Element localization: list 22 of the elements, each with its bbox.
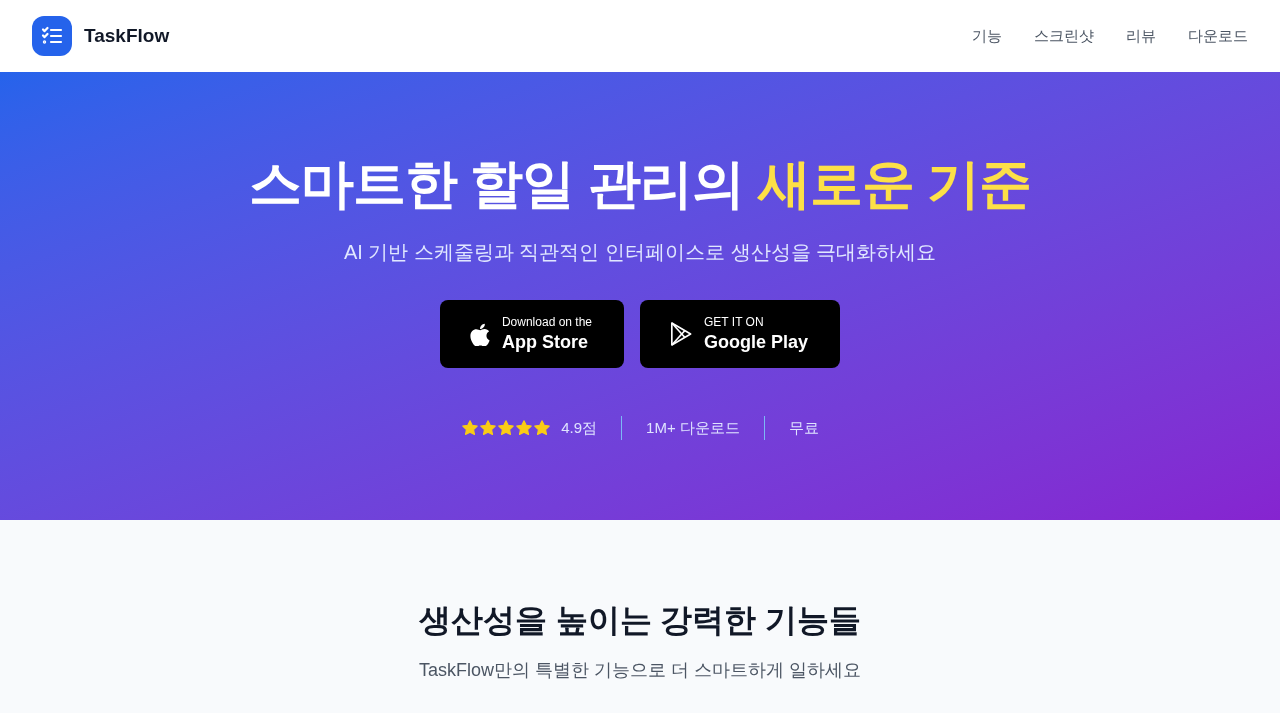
star-icon (515, 419, 534, 437)
nav-link[interactable]: 다운로드 (1188, 24, 1248, 48)
nav-link[interactable]: 리뷰 (1126, 24, 1156, 48)
stat-text: 무료 (788, 417, 819, 438)
play-icon (670, 321, 692, 347)
star-icon (461, 419, 480, 437)
star-icon (479, 419, 498, 437)
brand-name: TaskFlow (84, 23, 170, 48)
hero-title: 스마트한 할일 관리의 새로운 기준 (248, 153, 1032, 215)
stat-text: 1M+ 다운로드 (646, 417, 740, 438)
star-icon (533, 419, 552, 437)
nav-link[interactable]: 기능 (972, 24, 1002, 48)
checklist-icon (32, 16, 72, 56)
star-icon (497, 419, 516, 437)
rating-text: 4.9점 (561, 417, 598, 438)
section-subtitle: TaskFlow만의 특별한 기능으로 더 스마트하게 일하세요 (419, 659, 861, 682)
section-title: 생산성을 높이는 강력한 기능들 (418, 601, 862, 640)
store-button[interactable]: Download on the App Store (439, 300, 624, 368)
nav-link[interactable]: 스크린샷 (1034, 24, 1094, 48)
apple-icon (469, 322, 490, 346)
hero-subtitle: AI 기반 스케줄링과 직관적인 인터페이스로 생산성을 극대화하세요 (343, 240, 937, 265)
store-button[interactable]: GET IT ON Google Play (640, 300, 841, 368)
